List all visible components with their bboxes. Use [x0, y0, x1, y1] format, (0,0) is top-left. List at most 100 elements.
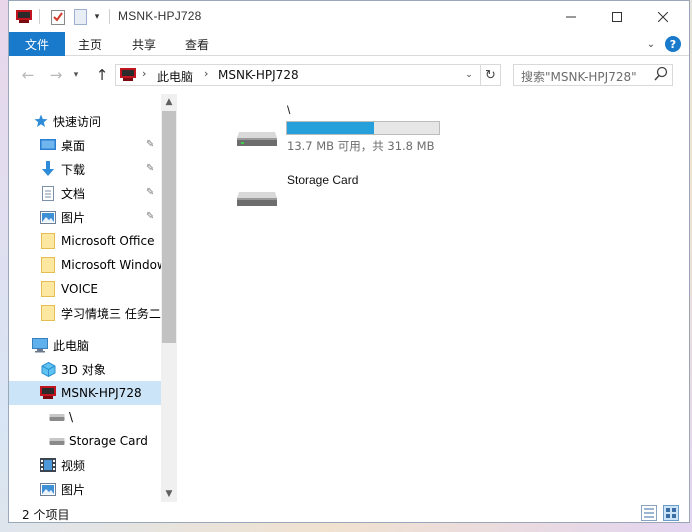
- scroll-thumb[interactable]: [162, 111, 176, 343]
- nav-label: MSNK-HPJ728: [61, 386, 142, 400]
- nav-label: 学习情境三 任务二: [61, 306, 161, 321]
- document-icon: [40, 185, 56, 201]
- device-icon: [40, 385, 56, 401]
- pin-icon: ✎: [146, 187, 155, 198]
- breadcrumb-device[interactable]: MSNK-HPJ728: [218, 68, 299, 82]
- window-title: MSNK-HPJ728: [118, 9, 202, 23]
- usage-bar: [286, 121, 440, 135]
- nav-item-pictures[interactable]: 图片: [9, 477, 161, 501]
- nav-label: Microsoft Office: [61, 234, 155, 248]
- computer-icon: [32, 337, 48, 353]
- nav-label: VOICE: [61, 282, 98, 296]
- drive-icon: [235, 184, 279, 208]
- forward-button[interactable]: →: [45, 64, 67, 86]
- drive-item-root[interactable]: [235, 124, 279, 148]
- drive-item-storage-card[interactable]: [235, 184, 279, 208]
- maximize-icon: [612, 11, 622, 22]
- refresh-button[interactable]: ↻: [480, 65, 500, 85]
- nav-label: 此电脑: [53, 338, 90, 353]
- navigation-pane: 快速访问 桌面 ✎ 下载 ✎ 文档 ✎ 图片 ✎ Microsoft Offic…: [9, 94, 177, 502]
- nav-label: 图片: [61, 482, 86, 497]
- video-icon: [40, 457, 56, 473]
- nav-item-videos[interactable]: 视频: [9, 453, 161, 477]
- address-row: ← → ▾ ↑ › 此电脑 › MSNK-HPJ728 ⌄ ↻ 搜索"MSNK-…: [9, 60, 689, 90]
- pictures-icon: [40, 481, 56, 497]
- scroll-up-icon[interactable]: ▲: [161, 94, 177, 110]
- nav-item-folder[interactable]: VOICE: [9, 277, 161, 301]
- recent-locations-button[interactable]: ▾: [69, 64, 83, 86]
- nav-label: 桌面: [61, 138, 86, 153]
- close-button[interactable]: [640, 1, 686, 32]
- back-button[interactable]: ←: [17, 64, 39, 86]
- close-icon: [658, 11, 668, 22]
- tab-file[interactable]: 文件: [9, 32, 65, 56]
- nav-item-drive[interactable]: Storage Card: [9, 429, 161, 453]
- up-button[interactable]: ↑: [91, 64, 113, 86]
- nav-item-desktop[interactable]: 桌面 ✎: [9, 133, 161, 157]
- nav-scrollbar[interactable]: ▲ ▼: [161, 94, 177, 502]
- nav-item-documents[interactable]: 文档 ✎: [9, 181, 161, 205]
- nav-label: Storage Card: [69, 434, 148, 448]
- star-icon: [33, 113, 49, 129]
- nav-label: 下载: [61, 162, 86, 177]
- breadcrumb-this-pc[interactable]: 此电脑: [157, 68, 193, 85]
- ribbon: 文件 主页 共享 查看 ⌄ ?: [9, 32, 689, 56]
- nav-item-folder[interactable]: Microsoft Window: [9, 253, 161, 277]
- nav-this-pc[interactable]: 此电脑: [9, 333, 161, 357]
- tab-share[interactable]: 共享: [123, 32, 165, 56]
- drive-icon: [49, 409, 65, 425]
- tab-view[interactable]: 查看: [176, 32, 218, 56]
- tab-home[interactable]: 主页: [69, 32, 111, 56]
- large-icons-view-icon[interactable]: [663, 505, 679, 521]
- search-box[interactable]: 搜索"MSNK-HPJ728": [513, 64, 673, 86]
- folder-icon: [40, 233, 56, 249]
- breadcrumb-separator-icon[interactable]: ›: [204, 67, 208, 80]
- pin-icon: ✎: [146, 163, 155, 174]
- search-icon: [654, 66, 668, 82]
- back-arrow-icon: ←: [21, 66, 35, 84]
- up-arrow-icon: ↑: [95, 66, 109, 84]
- nav-quick-access[interactable]: 快速访问: [9, 109, 161, 133]
- maximize-button[interactable]: [594, 1, 640, 32]
- properties-icon[interactable]: [49, 9, 67, 25]
- nav-item-downloads[interactable]: 下载 ✎: [9, 157, 161, 181]
- nav-label: 3D 对象: [61, 362, 106, 377]
- nav-item-drive[interactable]: \: [9, 405, 161, 429]
- address-bar[interactable]: › 此电脑 › MSNK-HPJ728 ⌄ ↻: [115, 64, 501, 86]
- folder-icon: [40, 281, 56, 297]
- minimize-icon: [566, 12, 576, 22]
- device-icon[interactable]: [15, 9, 33, 25]
- nav-item-device[interactable]: MSNK-HPJ728: [9, 381, 161, 405]
- drive-icon: [49, 433, 65, 449]
- nav-item-pictures[interactable]: 图片 ✎: [9, 205, 161, 229]
- drive-name[interactable]: \: [287, 103, 290, 117]
- nav-item-3d-objects[interactable]: 3D 对象: [9, 357, 161, 381]
- device-icon: [120, 67, 136, 82]
- nav-item-folder[interactable]: Microsoft Office: [9, 229, 161, 253]
- address-dropdown-icon[interactable]: ⌄: [462, 68, 476, 82]
- folder-icon: [40, 257, 56, 273]
- folder-icon: [40, 305, 56, 321]
- scroll-down-icon[interactable]: ▼: [161, 486, 177, 502]
- nav-label: \: [69, 410, 74, 424]
- new-folder-icon[interactable]: [71, 9, 89, 25]
- forward-arrow-icon: →: [49, 66, 63, 84]
- pictures-icon: [40, 209, 56, 225]
- usage-text: 13.7 MB 可用，共 31.8 MB: [287, 139, 435, 153]
- expand-ribbon-icon[interactable]: ⌄: [643, 36, 659, 52]
- nav-item-folder[interactable]: 学习情境三 任务二: [9, 301, 161, 325]
- drive-name[interactable]: Storage Card: [287, 173, 358, 187]
- search-input[interactable]: 搜索"MSNK-HPJ728": [521, 68, 637, 85]
- refresh-icon: ↻: [485, 67, 496, 83]
- drive-icon: [235, 124, 279, 148]
- details-view-icon[interactable]: [641, 505, 657, 521]
- help-icon[interactable]: ?: [665, 36, 681, 52]
- nav-label: 文档: [61, 186, 86, 201]
- minimize-button[interactable]: [548, 1, 594, 32]
- status-bar: 2 个项目: [9, 502, 689, 522]
- customize-toolbar-icon[interactable]: ▾: [91, 9, 103, 25]
- chevron-down-icon: ▾: [73, 70, 79, 80]
- nav-label: 图片: [61, 210, 86, 225]
- nav-label: Microsoft Window: [61, 258, 161, 272]
- breadcrumb-separator-icon[interactable]: ›: [142, 67, 146, 80]
